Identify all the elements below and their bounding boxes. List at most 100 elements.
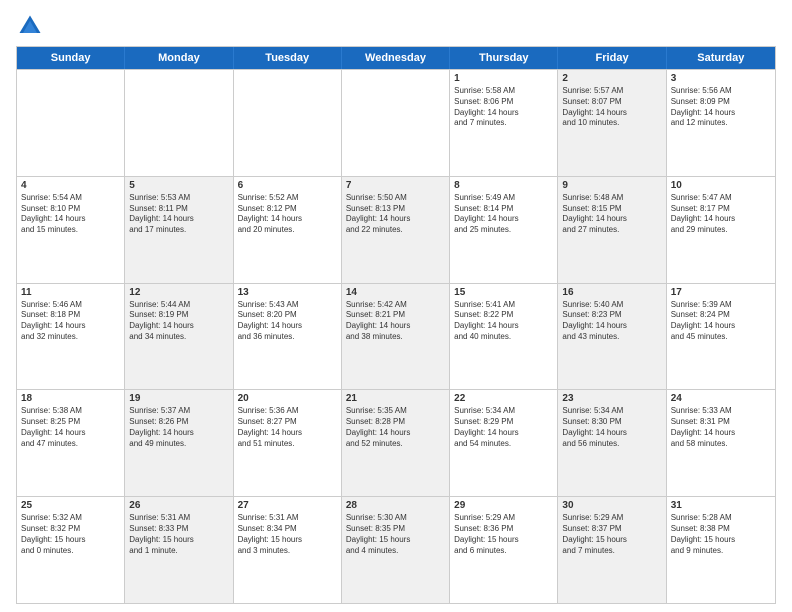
day-info: Sunrise: 5:42 AM Sunset: 8:21 PM Dayligh…	[346, 300, 445, 343]
day-number: 3	[671, 73, 771, 84]
day-number: 13	[238, 287, 337, 298]
day-header-thursday: Thursday	[450, 47, 558, 69]
day-info: Sunrise: 5:28 AM Sunset: 8:38 PM Dayligh…	[671, 513, 771, 556]
day-info: Sunrise: 5:52 AM Sunset: 8:12 PM Dayligh…	[238, 193, 337, 236]
week-row-2: 4 Sunrise: 5:54 AM Sunset: 8:10 PM Daylig…	[17, 176, 775, 283]
day-cell-1: 1 Sunrise: 5:58 AM Sunset: 8:06 PM Daylig…	[450, 70, 558, 176]
header	[16, 12, 776, 40]
day-cell-15: 15Sunrise: 5:41 AM Sunset: 8:22 PM Dayli…	[450, 284, 558, 390]
day-number: 9	[562, 180, 661, 191]
day-cell-23: 23Sunrise: 5:34 AM Sunset: 8:30 PM Dayli…	[558, 390, 666, 496]
day-info: Sunrise: 5:48 AM Sunset: 8:15 PM Dayligh…	[562, 193, 661, 236]
day-info: Sunrise: 5:46 AM Sunset: 8:18 PM Dayligh…	[21, 300, 120, 343]
calendar-header: SundayMondayTuesdayWednesdayThursdayFrid…	[17, 47, 775, 69]
day-header-tuesday: Tuesday	[234, 47, 342, 69]
day-number: 5	[129, 180, 228, 191]
logo-icon	[16, 12, 44, 40]
day-info: Sunrise: 5:33 AM Sunset: 8:31 PM Dayligh…	[671, 406, 771, 449]
day-number: 19	[129, 393, 228, 404]
day-info: Sunrise: 5:29 AM Sunset: 8:36 PM Dayligh…	[454, 513, 553, 556]
day-info: Sunrise: 5:44 AM Sunset: 8:19 PM Dayligh…	[129, 300, 228, 343]
day-cell-13: 13 Sunrise: 5:43 AM Sunset: 8:20 PM Dayli…	[234, 284, 342, 390]
day-cell-3: 3 Sunrise: 5:56 AM Sunset: 8:09 PM Daylig…	[667, 70, 775, 176]
week-row-1: 1 Sunrise: 5:58 AM Sunset: 8:06 PM Daylig…	[17, 69, 775, 176]
day-header-sunday: Sunday	[17, 47, 125, 69]
day-info: Sunrise: 5:57 AM Sunset: 8:07 PM Dayligh…	[562, 86, 661, 129]
day-cell-28: 28 Sunrise: 5:30 AM Sunset: 8:35 PM Dayli…	[342, 497, 450, 603]
day-cell-2: 2 Sunrise: 5:57 AM Sunset: 8:07 PM Daylig…	[558, 70, 666, 176]
day-cell-12: 12 Sunrise: 5:44 AM Sunset: 8:19 PM Dayli…	[125, 284, 233, 390]
day-info: Sunrise: 5:39 AM Sunset: 8:24 PM Dayligh…	[671, 300, 771, 343]
day-cell-25: 25Sunrise: 5:32 AM Sunset: 8:32 PM Dayli…	[17, 497, 125, 603]
day-number: 7	[346, 180, 445, 191]
day-info: Sunrise: 5:36 AM Sunset: 8:27 PM Dayligh…	[238, 406, 337, 449]
day-info: Sunrise: 5:31 AM Sunset: 8:33 PM Dayligh…	[129, 513, 228, 556]
day-number: 10	[671, 180, 771, 191]
day-number: 6	[238, 180, 337, 191]
day-number: 14	[346, 287, 445, 298]
day-number: 1	[454, 73, 553, 84]
day-cell-31: 31 Sunrise: 5:28 AM Sunset: 8:38 PM Dayli…	[667, 497, 775, 603]
day-cell-6: 6 Sunrise: 5:52 AM Sunset: 8:12 PM Daylig…	[234, 177, 342, 283]
day-number: 29	[454, 500, 553, 511]
day-info: Sunrise: 5:35 AM Sunset: 8:28 PM Dayligh…	[346, 406, 445, 449]
day-cell-18: 18Sunrise: 5:38 AM Sunset: 8:25 PM Dayli…	[17, 390, 125, 496]
day-cell-7: 7 Sunrise: 5:50 AM Sunset: 8:13 PM Daylig…	[342, 177, 450, 283]
day-info: Sunrise: 5:40 AM Sunset: 8:23 PM Dayligh…	[562, 300, 661, 343]
day-cell-21: 21 Sunrise: 5:35 AM Sunset: 8:28 PM Dayli…	[342, 390, 450, 496]
day-cell-27: 27Sunrise: 5:31 AM Sunset: 8:34 PM Dayli…	[234, 497, 342, 603]
day-number: 24	[671, 393, 771, 404]
day-cell-10: 10 Sunrise: 5:47 AM Sunset: 8:17 PM Dayli…	[667, 177, 775, 283]
day-info: Sunrise: 5:47 AM Sunset: 8:17 PM Dayligh…	[671, 193, 771, 236]
week-row-4: 18Sunrise: 5:38 AM Sunset: 8:25 PM Dayli…	[17, 389, 775, 496]
day-info: Sunrise: 5:54 AM Sunset: 8:10 PM Dayligh…	[21, 193, 120, 236]
page: SundayMondayTuesdayWednesdayThursdayFrid…	[0, 0, 792, 612]
day-number: 12	[129, 287, 228, 298]
day-info: Sunrise: 5:49 AM Sunset: 8:14 PM Dayligh…	[454, 193, 553, 236]
day-header-friday: Friday	[558, 47, 666, 69]
day-info: Sunrise: 5:37 AM Sunset: 8:26 PM Dayligh…	[129, 406, 228, 449]
day-info: Sunrise: 5:31 AM Sunset: 8:34 PM Dayligh…	[238, 513, 337, 556]
day-cell-11: 11 Sunrise: 5:46 AM Sunset: 8:18 PM Dayli…	[17, 284, 125, 390]
day-number: 4	[21, 180, 120, 191]
day-info: Sunrise: 5:43 AM Sunset: 8:20 PM Dayligh…	[238, 300, 337, 343]
day-info: Sunrise: 5:30 AM Sunset: 8:35 PM Dayligh…	[346, 513, 445, 556]
day-number: 2	[562, 73, 661, 84]
day-info: Sunrise: 5:50 AM Sunset: 8:13 PM Dayligh…	[346, 193, 445, 236]
day-number: 21	[346, 393, 445, 404]
day-info: Sunrise: 5:38 AM Sunset: 8:25 PM Dayligh…	[21, 406, 120, 449]
day-cell-26: 26 Sunrise: 5:31 AM Sunset: 8:33 PM Dayli…	[125, 497, 233, 603]
day-number: 11	[21, 287, 120, 298]
day-cell-22: 22Sunrise: 5:34 AM Sunset: 8:29 PM Dayli…	[450, 390, 558, 496]
calendar-body: 1 Sunrise: 5:58 AM Sunset: 8:06 PM Daylig…	[17, 69, 775, 603]
day-header-wednesday: Wednesday	[342, 47, 450, 69]
day-info: Sunrise: 5:58 AM Sunset: 8:06 PM Dayligh…	[454, 86, 553, 129]
empty-cell	[125, 70, 233, 176]
day-number: 31	[671, 500, 771, 511]
day-cell-14: 14 Sunrise: 5:42 AM Sunset: 8:21 PM Dayli…	[342, 284, 450, 390]
week-row-5: 25Sunrise: 5:32 AM Sunset: 8:32 PM Dayli…	[17, 496, 775, 603]
day-info: Sunrise: 5:29 AM Sunset: 8:37 PM Dayligh…	[562, 513, 661, 556]
day-number: 17	[671, 287, 771, 298]
day-header-saturday: Saturday	[667, 47, 775, 69]
day-number: 25	[21, 500, 120, 511]
day-cell-24: 24 Sunrise: 5:33 AM Sunset: 8:31 PM Dayli…	[667, 390, 775, 496]
day-number: 28	[346, 500, 445, 511]
day-cell-29: 29 Sunrise: 5:29 AM Sunset: 8:36 PM Dayli…	[450, 497, 558, 603]
day-info: Sunrise: 5:56 AM Sunset: 8:09 PM Dayligh…	[671, 86, 771, 129]
logo	[16, 12, 48, 40]
day-header-monday: Monday	[125, 47, 233, 69]
day-number: 16	[562, 287, 661, 298]
day-number: 8	[454, 180, 553, 191]
day-info: Sunrise: 5:34 AM Sunset: 8:30 PM Dayligh…	[562, 406, 661, 449]
day-number: 22	[454, 393, 553, 404]
day-cell-8: 8 Sunrise: 5:49 AM Sunset: 8:14 PM Daylig…	[450, 177, 558, 283]
day-cell-19: 19 Sunrise: 5:37 AM Sunset: 8:26 PM Dayli…	[125, 390, 233, 496]
day-number: 30	[562, 500, 661, 511]
day-cell-5: 5Sunrise: 5:53 AM Sunset: 8:11 PM Daylig…	[125, 177, 233, 283]
day-cell-30: 30 Sunrise: 5:29 AM Sunset: 8:37 PM Dayli…	[558, 497, 666, 603]
week-row-3: 11 Sunrise: 5:46 AM Sunset: 8:18 PM Dayli…	[17, 283, 775, 390]
day-number: 26	[129, 500, 228, 511]
day-number: 15	[454, 287, 553, 298]
day-cell-20: 20Sunrise: 5:36 AM Sunset: 8:27 PM Dayli…	[234, 390, 342, 496]
